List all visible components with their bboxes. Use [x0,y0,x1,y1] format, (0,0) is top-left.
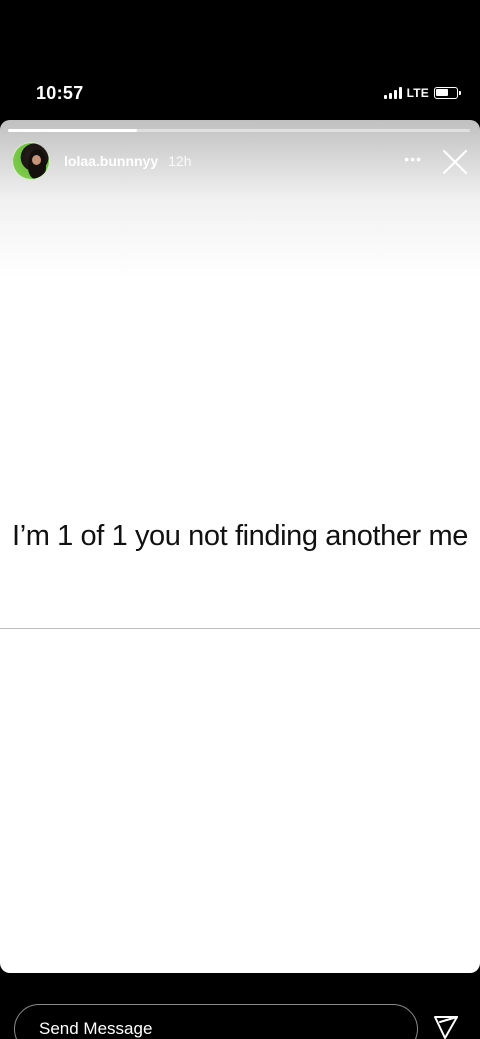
status-indicators: LTE [383,86,461,100]
username[interactable]: lolaa.bunnnyy [64,153,158,169]
battery-icon [434,87,461,99]
divider [0,628,480,629]
send-message-input[interactable]: Send Message [14,1004,418,1039]
status-bar: 10:57 LTE [0,0,480,118]
story-header: lolaa.bunnnyy 12h ••• [12,140,472,182]
send-icon[interactable] [432,1013,460,1039]
story-caption: I’m 1 of 1 you not finding another me [12,520,468,552]
avatar[interactable] [12,142,50,180]
network-label: LTE [406,86,429,100]
story-progress-fill [8,129,138,132]
story-card[interactable]: lolaa.bunnnyy 12h ••• I’m 1 of 1 you not… [0,120,480,973]
signal-icon [383,87,402,99]
story-progress-bar [8,129,470,132]
story-timestamp: 12h [168,153,192,169]
close-icon[interactable] [440,147,470,177]
more-options-icon[interactable]: ••• [404,152,422,166]
send-message-placeholder: Send Message [39,1019,153,1038]
status-time: 10:57 [36,83,84,103]
